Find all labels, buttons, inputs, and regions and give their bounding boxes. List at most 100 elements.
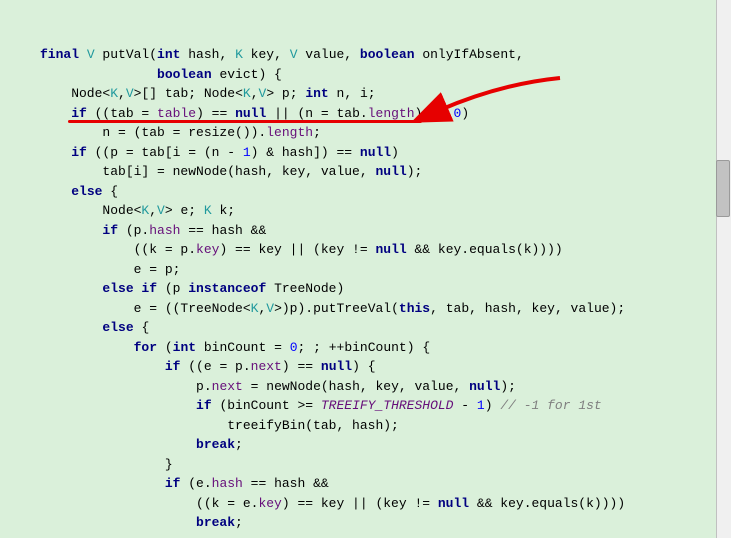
code-token: K bbox=[243, 86, 251, 101]
code-token: boolean bbox=[360, 47, 422, 62]
code-token: V bbox=[157, 203, 165, 218]
code-token bbox=[40, 281, 102, 296]
code-token bbox=[40, 437, 196, 452]
code-token: ) == bbox=[282, 359, 321, 374]
code-token: ; bbox=[313, 125, 321, 140]
code-token: = newNode(hash, key, value, bbox=[243, 379, 469, 394]
code-token: this bbox=[399, 301, 430, 316]
code-token: ) bbox=[461, 106, 469, 121]
code-token: if bbox=[165, 359, 188, 374]
code-token: else if bbox=[102, 281, 164, 296]
code-token: null bbox=[438, 496, 477, 511]
code-token: break bbox=[196, 437, 235, 452]
code-token bbox=[40, 320, 102, 335]
code-token: ( bbox=[165, 340, 173, 355]
code-token: next bbox=[251, 359, 282, 374]
code-token: ) == key || (key != bbox=[219, 242, 375, 257]
code-token: int bbox=[157, 47, 188, 62]
code-token bbox=[40, 515, 196, 530]
code-token: p = e; bbox=[40, 535, 212, 538]
code-token: ); bbox=[407, 164, 423, 179]
code-token: , bbox=[149, 203, 157, 218]
code-token: ) bbox=[391, 145, 399, 160]
code-token: Node< bbox=[40, 86, 110, 101]
code-token: } bbox=[40, 457, 173, 472]
code-token: value, bbox=[305, 47, 360, 62]
code-token: table bbox=[157, 106, 196, 121]
code-token: ((e = p. bbox=[188, 359, 250, 374]
code-token: int bbox=[305, 86, 336, 101]
code-token bbox=[40, 476, 165, 491]
code-token: > p; bbox=[266, 86, 305, 101]
code-token: e = p; bbox=[40, 262, 180, 277]
scrollbar-track[interactable] bbox=[716, 0, 731, 538]
code-token: ) == bbox=[415, 106, 454, 121]
code-token: && key.equals(k)))) bbox=[477, 496, 625, 511]
code-token: 1 bbox=[243, 145, 251, 160]
code-token: > e; bbox=[165, 203, 204, 218]
code-token: Node< bbox=[40, 203, 141, 218]
code-token: - bbox=[453, 398, 476, 413]
code-token: ((p = tab[i = (n - bbox=[95, 145, 243, 160]
code-token: binCount = bbox=[204, 340, 290, 355]
source-code: final V putVal(int hash, K key, V value,… bbox=[40, 45, 721, 538]
code-token: p. bbox=[40, 379, 212, 394]
code-token: (p. bbox=[126, 223, 149, 238]
code-token: onlyIfAbsent, bbox=[422, 47, 523, 62]
code-token: ; ; ++binCount) { bbox=[298, 340, 431, 355]
code-token: else bbox=[102, 320, 141, 335]
code-token: for bbox=[134, 340, 165, 355]
code-token: ) & hash]) == bbox=[251, 145, 360, 160]
code-token: hash bbox=[149, 223, 180, 238]
code-token: key bbox=[196, 242, 219, 257]
code-token: if bbox=[196, 398, 219, 413]
code-token: ) == bbox=[196, 106, 235, 121]
code-token: ) bbox=[485, 398, 501, 413]
code-token: || (n = tab. bbox=[274, 106, 368, 121]
code-token: , bbox=[118, 86, 126, 101]
code-token: if bbox=[71, 106, 94, 121]
code-token: == hash && bbox=[180, 223, 266, 238]
code-token bbox=[40, 184, 71, 199]
highlight-underline bbox=[68, 120, 422, 123]
code-token: K bbox=[204, 203, 220, 218]
code-token bbox=[40, 223, 102, 238]
code-token: final bbox=[40, 47, 87, 62]
code-token: treeifyBin(tab, hash); bbox=[40, 418, 399, 433]
code-token: // -1 for 1st bbox=[500, 398, 601, 413]
code-token: length bbox=[266, 125, 313, 140]
scrollbar-thumb[interactable] bbox=[716, 160, 730, 217]
code-token: ) == key || (key != bbox=[282, 496, 438, 511]
code-token: V bbox=[126, 86, 134, 101]
code-token: null bbox=[360, 145, 391, 160]
code-token: null bbox=[321, 359, 352, 374]
code-token: putVal( bbox=[102, 47, 157, 62]
code-token: && key.equals(k)))) bbox=[414, 242, 562, 257]
code-token: { bbox=[110, 184, 118, 199]
code-token: hash, bbox=[188, 47, 235, 62]
code-token: ((k = p. bbox=[40, 242, 196, 257]
code-token: ) { bbox=[352, 359, 375, 374]
code-token: k; bbox=[219, 203, 235, 218]
code-token: hash bbox=[212, 476, 243, 491]
code-token bbox=[40, 359, 165, 374]
code-token: length bbox=[368, 106, 415, 121]
code-token: (e. bbox=[188, 476, 211, 491]
code-token: V bbox=[87, 47, 103, 62]
code-token: int bbox=[173, 340, 204, 355]
code-token: if bbox=[102, 223, 125, 238]
code-token: == hash && bbox=[243, 476, 329, 491]
code-token: n = (tab = resize()). bbox=[40, 125, 266, 140]
code-token: TreeNode) bbox=[274, 281, 344, 296]
code-token bbox=[40, 145, 71, 160]
code-token: >[] tab; Node< bbox=[134, 86, 243, 101]
code-token: ((k = e. bbox=[40, 496, 258, 511]
code-token: >)p).putTreeVal( bbox=[274, 301, 399, 316]
code-token: ; bbox=[235, 437, 243, 452]
code-token: null bbox=[375, 242, 414, 257]
code-token: else bbox=[71, 184, 110, 199]
code-token: break bbox=[196, 515, 235, 530]
code-token: (p bbox=[165, 281, 188, 296]
code-token: ); bbox=[500, 379, 516, 394]
code-token: { bbox=[141, 320, 149, 335]
